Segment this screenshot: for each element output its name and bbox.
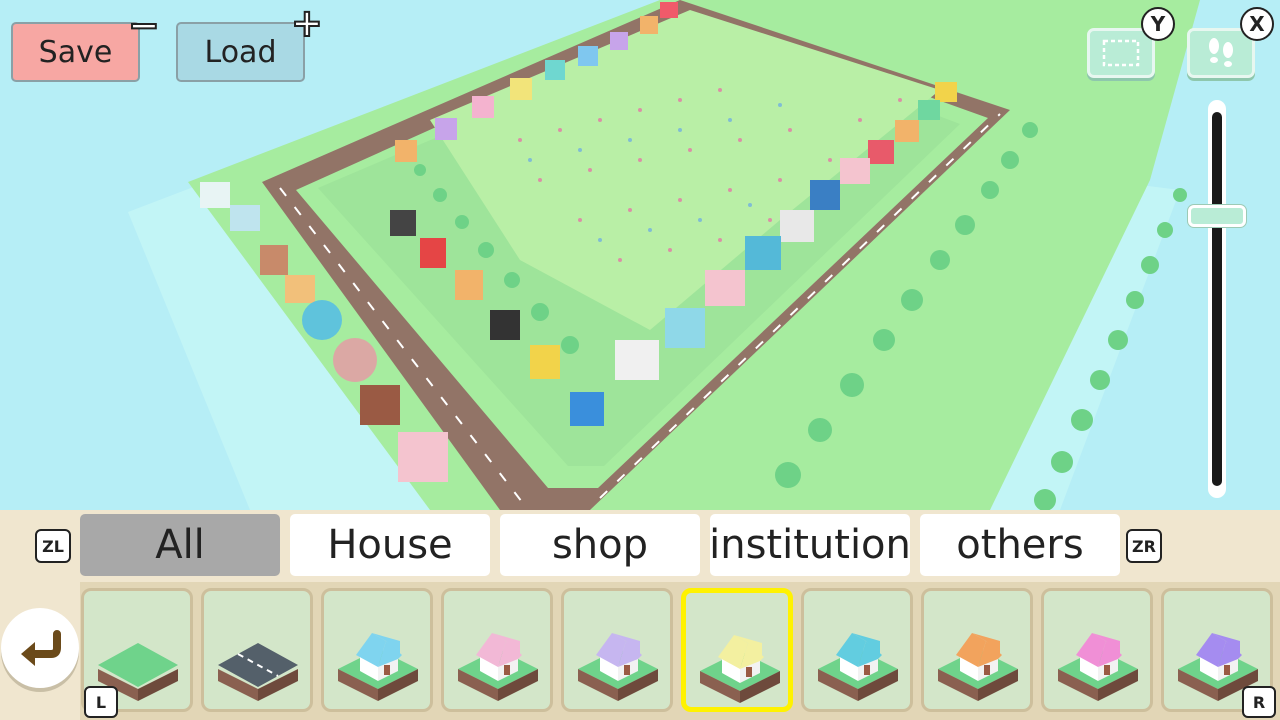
tab-all[interactable]: All [80, 514, 280, 576]
palette-item-house[interactable] [1041, 588, 1153, 712]
house-icon [1058, 633, 1138, 701]
house-icon [338, 633, 418, 701]
back-button[interactable] [1, 608, 79, 688]
road-tile-icon [218, 643, 298, 701]
palette-item-house[interactable] [441, 588, 553, 712]
tab-house[interactable]: House [290, 514, 490, 576]
zoom-slider[interactable] [1188, 100, 1246, 498]
y-button-hint-icon: Y [1141, 7, 1175, 41]
house-icon [700, 635, 780, 703]
save-button[interactable]: Save [11, 22, 140, 82]
palette-item-house[interactable] [681, 588, 793, 712]
r-button-hint-icon: R [1242, 686, 1276, 718]
tab-institution[interactable]: institution [709, 514, 911, 576]
tab-label: House [327, 522, 453, 568]
house-icon [458, 633, 538, 701]
tab-label: others [956, 522, 1084, 568]
x-button-hint-icon: X [1240, 7, 1274, 41]
tab-others[interactable]: others [920, 514, 1120, 576]
zoom-slider-thumb[interactable] [1188, 205, 1246, 228]
zoom-slider-rail [1212, 112, 1222, 486]
palette-item-road-tile[interactable] [201, 588, 313, 712]
palette-item-house[interactable] [921, 588, 1033, 712]
minus-button-hint-icon: − [127, 3, 161, 47]
tab-label: shop [551, 522, 649, 568]
tab-label: All [155, 522, 205, 568]
load-button[interactable]: Load [176, 22, 305, 82]
palette-item-house[interactable] [561, 588, 673, 712]
palette-item-house[interactable] [801, 588, 913, 712]
plus-button-hint-icon: + [290, 1, 324, 45]
zr-button-hint-icon: ZR [1126, 529, 1162, 563]
l-button-hint-icon: L [84, 686, 118, 718]
tab-label: institution [709, 522, 911, 568]
dashed-square-icon [1102, 39, 1140, 67]
house-icon [578, 633, 658, 701]
house-icon [818, 633, 898, 701]
return-arrow-icon [21, 630, 61, 666]
palette-item-house[interactable] [321, 588, 433, 712]
tab-shop[interactable]: shop [500, 514, 700, 576]
zl-button-hint-icon: ZL [35, 529, 71, 563]
house-icon [938, 633, 1018, 701]
load-button-label: Load [204, 34, 277, 70]
save-button-label: Save [38, 34, 113, 70]
footprints-icon [1209, 38, 1233, 67]
